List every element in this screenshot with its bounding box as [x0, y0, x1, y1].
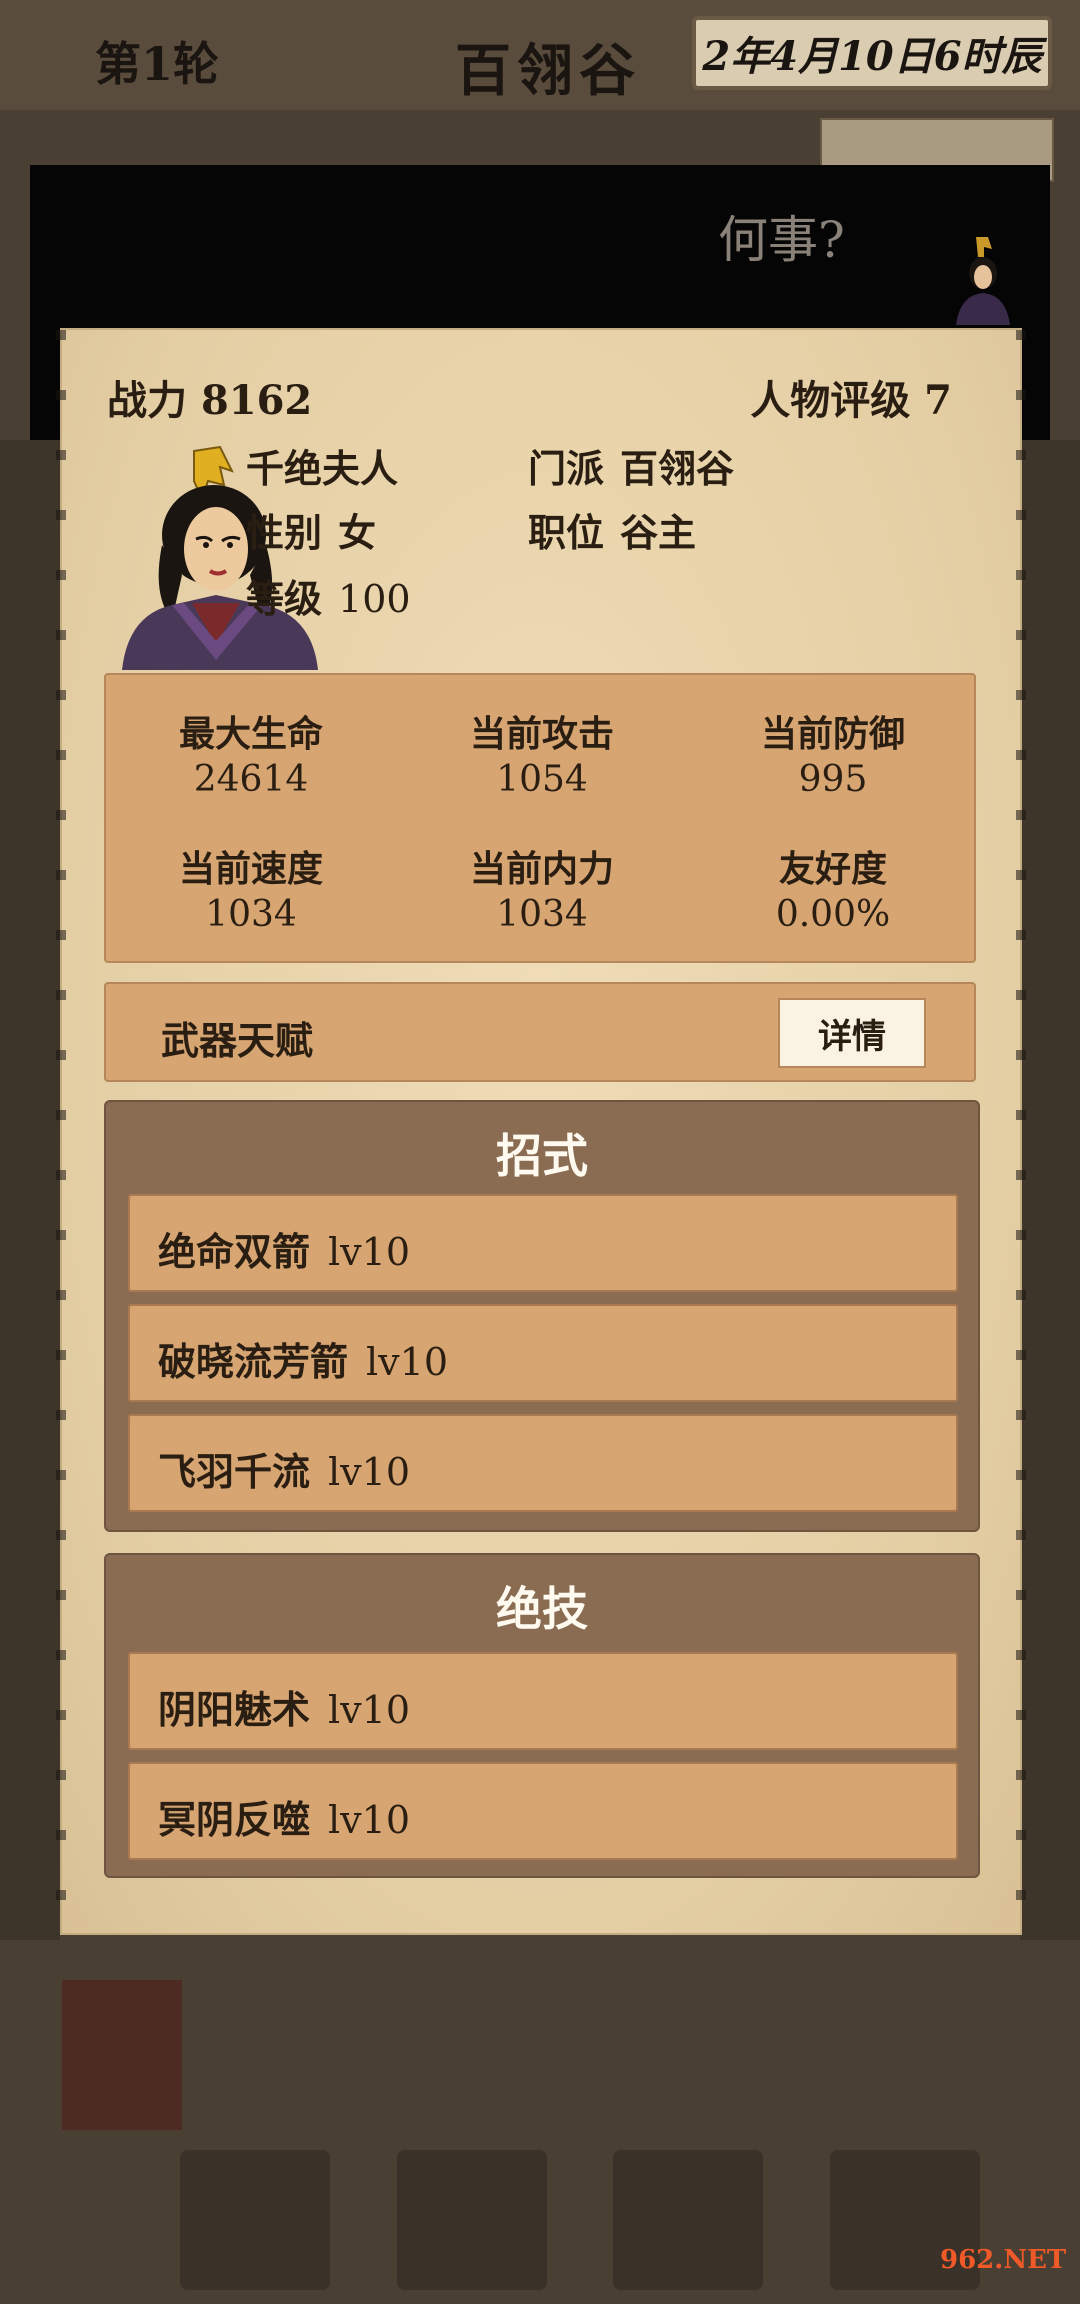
nav-item — [180, 2150, 330, 2290]
ultimate-item[interactable]: 冥阴反噬 lv10 — [128, 1762, 958, 1860]
weapon-talent-row: 武器天赋 详情 — [104, 982, 976, 1082]
stat-label: 友好度 — [778, 848, 887, 890]
sect-row: 门派 百翎谷 — [528, 438, 734, 493]
rating-label: 人物评级 — [750, 377, 911, 424]
bottom-nav — [180, 2150, 980, 2290]
stat-friendliness: 友好度 0.00% — [688, 840, 978, 935]
stat-attack: 当前攻击 1054 — [397, 705, 687, 800]
round-label: 第1轮 — [95, 37, 220, 91]
date-scroll: 2年4月10日6时辰 — [692, 16, 1052, 90]
talent-details-button[interactable]: 详情 — [778, 998, 926, 1068]
character-info-panel: 战力 8162 人物评级 7 千绝夫人 性别女 等级 100 门派 百翎谷 职位 谷主… — [56, 330, 1026, 1933]
move-name: 绝命双箭 — [158, 1229, 311, 1274]
ultimate-level: lv10 — [328, 1688, 410, 1732]
level-label: 等级 — [246, 576, 323, 621]
move-name: 破晓流芳箭 — [158, 1339, 349, 1384]
sect-value: 百翎谷 — [620, 446, 735, 491]
position-row: 职位 谷主 — [528, 502, 696, 557]
ultimates-section: 绝技 阴阳魅术 lv10 冥阴反噬 lv10 — [104, 1553, 980, 1878]
move-item[interactable]: 飞羽千流 lv10 — [128, 1414, 958, 1512]
move-level: lv10 — [328, 1230, 410, 1274]
move-level: lv10 — [366, 1340, 448, 1384]
power-label: 战力 — [107, 377, 187, 424]
stat-value: 1034 — [496, 894, 588, 935]
stat-label: 当前内力 — [469, 848, 614, 890]
move-level: lv10 — [328, 1450, 410, 1494]
ultimates-title: 绝技 — [496, 1582, 588, 1636]
side-panel-left — [0, 440, 60, 1940]
ultimate-item[interactable]: 阴阳魅术 lv10 — [128, 1652, 958, 1750]
npc-small-portrait-icon — [956, 237, 1010, 325]
stat-value: 0.00% — [775, 894, 891, 935]
level-value: 100 — [338, 577, 411, 621]
date-text: 2年4月10日6时辰 — [702, 33, 1042, 80]
stat-value: 1034 — [205, 894, 297, 935]
moves-title: 招式 — [496, 1129, 588, 1183]
ultimate-name: 冥阴反噬 — [158, 1797, 311, 1842]
position-label: 职位 — [528, 510, 605, 555]
character-name: 千绝夫人 — [246, 446, 399, 491]
gender-row: 性别女 — [246, 502, 376, 557]
stat-label: 最大生命 — [178, 713, 323, 755]
stat-label: 当前速度 — [178, 848, 323, 890]
position-value: 谷主 — [620, 510, 697, 555]
stat-speed: 当前速度 1034 — [106, 840, 396, 935]
stat-inner-power: 当前内力 1034 — [397, 840, 687, 935]
stat-max-hp: 最大生命 24614 — [106, 705, 396, 800]
sect-label: 门派 — [528, 446, 605, 491]
stat-label: 当前防御 — [760, 713, 905, 755]
stats-box: 最大生命 24614 当前攻击 1054 当前防御 995 当前速度 1034 … — [104, 673, 976, 963]
dialog-text: 何事? — [718, 211, 845, 269]
move-name: 飞羽千流 — [158, 1449, 311, 1494]
combat-power: 战力 8162 — [107, 368, 312, 426]
power-value: 8162 — [200, 377, 313, 424]
ultimate-name: 阴阳魅术 — [158, 1687, 311, 1732]
moves-section: 招式 绝命双箭 lv10 破晓流芳箭 lv10 飞羽千流 lv10 — [104, 1100, 980, 1532]
stat-defense: 当前防御 995 — [688, 705, 978, 800]
watermark: 962.NET — [940, 2245, 1067, 2275]
torn-edge-left — [56, 330, 66, 1933]
torn-edge-right — [1016, 330, 1026, 1933]
location-title: 百翎谷 — [455, 38, 641, 104]
stat-value: 24614 — [193, 759, 309, 800]
nav-item — [613, 2150, 764, 2290]
stat-value: 995 — [798, 759, 868, 800]
stat-value: 1054 — [496, 759, 588, 800]
character-rating: 人物评级 7 — [750, 368, 952, 426]
level-row: 等级 100 — [246, 568, 411, 623]
gender-value: 女 — [338, 510, 377, 555]
side-red-button — [62, 1980, 182, 2130]
weapon-talent-label: 武器天赋 — [161, 1018, 314, 1063]
rating-value: 7 — [924, 377, 952, 424]
side-panel-right — [1020, 440, 1080, 1940]
stat-label: 当前攻击 — [469, 713, 614, 755]
move-item[interactable]: 绝命双箭 lv10 — [128, 1194, 958, 1292]
ultimate-level: lv10 — [328, 1798, 410, 1842]
gender-label: 性别 — [246, 510, 323, 555]
move-item[interactable]: 破晓流芳箭 lv10 — [128, 1304, 958, 1402]
nav-item — [396, 2150, 547, 2290]
